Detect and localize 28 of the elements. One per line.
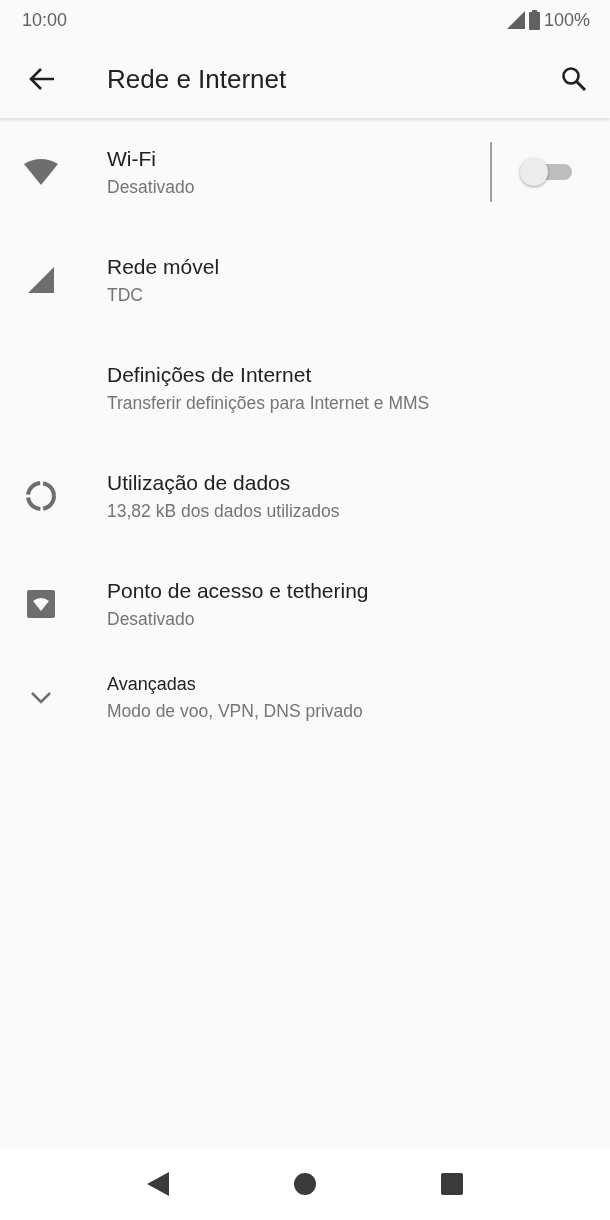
wifi-switch[interactable]	[520, 157, 572, 187]
setting-title[interactable]: Rede móvel	[107, 254, 610, 279]
wifi-icon	[24, 159, 58, 185]
setting-summary: Desativado	[107, 608, 196, 630]
setting-title[interactable]: Utilização de dados	[107, 470, 610, 495]
clock: 10:00	[22, 9, 68, 31]
setting-title[interactable]: Ponto de acesso e tethering	[107, 578, 610, 603]
hotspot-icon	[27, 590, 55, 618]
signal-icon	[506, 11, 525, 29]
recents-nav-button[interactable]	[441, 1173, 464, 1195]
setting-title[interactable]: Avançadas	[107, 674, 610, 695]
setting-summary: 13,82 kB dos dados utilizados	[107, 500, 341, 522]
home-nav-button[interactable]	[294, 1173, 316, 1195]
setting-summary: Desativado	[107, 176, 196, 198]
setting-summary: Modo de voo, VPN, DNS privado	[107, 701, 364, 722]
back-arrow-icon[interactable]	[28, 67, 56, 91]
page-title: Rede e Internet	[107, 63, 288, 95]
expand-icon[interactable]	[30, 691, 52, 705]
back-nav-button[interactable]	[146, 1172, 169, 1196]
setting-title[interactable]: Definições de Internet	[107, 362, 610, 387]
search-icon[interactable]	[561, 66, 587, 92]
setting-title[interactable]: Wi-Fi	[107, 146, 490, 171]
battery-icon	[528, 10, 540, 30]
signal-icon	[28, 267, 54, 293]
setting-summary: TDC	[107, 284, 144, 306]
battery-percentage: 100%	[543, 9, 590, 31]
setting-summary: Transferir definições para Internet e MMS	[107, 392, 431, 414]
data-usage-icon	[25, 480, 57, 512]
